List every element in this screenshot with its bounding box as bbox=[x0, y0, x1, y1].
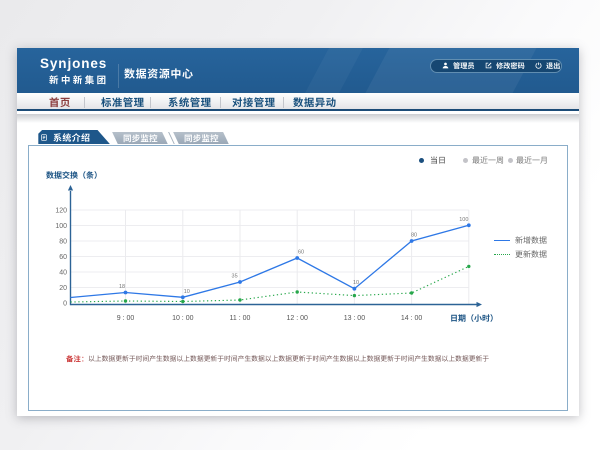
svg-text:20: 20 bbox=[59, 285, 67, 292]
svg-text:14 : 00: 14 : 00 bbox=[401, 315, 423, 322]
svg-text:100: 100 bbox=[55, 223, 67, 230]
svg-text:80: 80 bbox=[59, 238, 67, 245]
svg-text:18: 18 bbox=[119, 284, 125, 290]
svg-text:10 : 00: 10 : 00 bbox=[172, 315, 194, 322]
svg-text:12 : 00: 12 : 00 bbox=[286, 315, 308, 322]
svg-text:60: 60 bbox=[298, 250, 304, 256]
svg-text:10: 10 bbox=[353, 280, 359, 286]
svg-text:13 : 00: 13 : 00 bbox=[344, 315, 366, 322]
svg-text:100: 100 bbox=[459, 217, 468, 223]
svg-text:0: 0 bbox=[63, 300, 67, 307]
svg-text:9 : 00: 9 : 00 bbox=[117, 315, 135, 322]
svg-text:11 : 00: 11 : 00 bbox=[230, 315, 251, 322]
svg-text:35: 35 bbox=[232, 274, 238, 280]
svg-text:80: 80 bbox=[411, 233, 417, 239]
svg-text:120: 120 bbox=[55, 207, 67, 214]
svg-text:10: 10 bbox=[184, 289, 190, 295]
svg-text:40: 40 bbox=[59, 269, 67, 276]
svg-text:60: 60 bbox=[59, 254, 67, 261]
